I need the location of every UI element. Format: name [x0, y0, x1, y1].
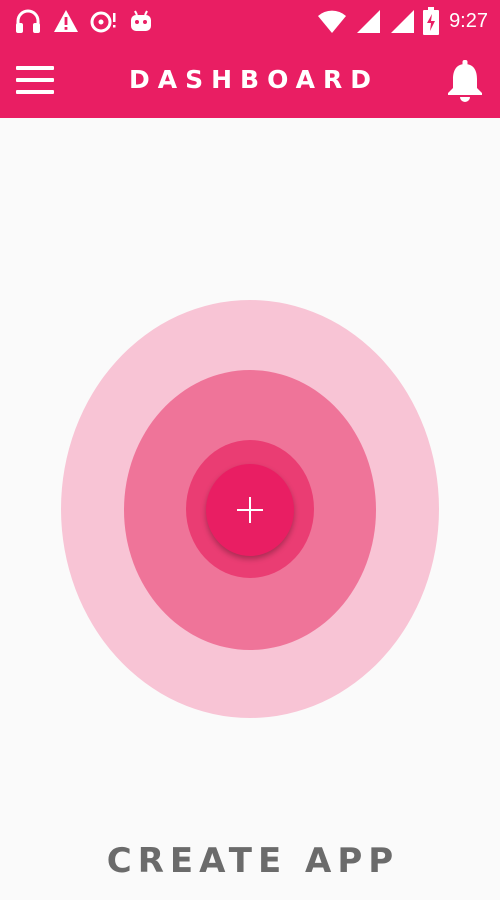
- signal-icon: [355, 8, 381, 34]
- warning-icon: [53, 8, 79, 34]
- status-bar: 9:27: [0, 0, 500, 42]
- create-app-label: CREATE APP: [106, 841, 400, 881]
- create-app-button[interactable]: [206, 464, 294, 556]
- app-bar: DASHBOARD: [0, 42, 500, 118]
- signal-icon: [389, 8, 415, 34]
- screen: 9:27 DASHBOARD CREATE APP: [0, 0, 500, 900]
- system-icons: 9:27: [317, 7, 488, 35]
- headphones-icon: [14, 7, 42, 35]
- battery-charging-icon: [423, 7, 440, 35]
- page-title: DASHBOARD: [128, 65, 379, 94]
- clock: 9:27: [449, 10, 488, 32]
- bell-icon: [446, 60, 484, 106]
- notification-icons: [14, 7, 153, 35]
- android-icon: [129, 8, 153, 34]
- wifi-icon: [317, 8, 347, 34]
- notifications-button[interactable]: [446, 58, 484, 102]
- disc-icon: [90, 8, 118, 34]
